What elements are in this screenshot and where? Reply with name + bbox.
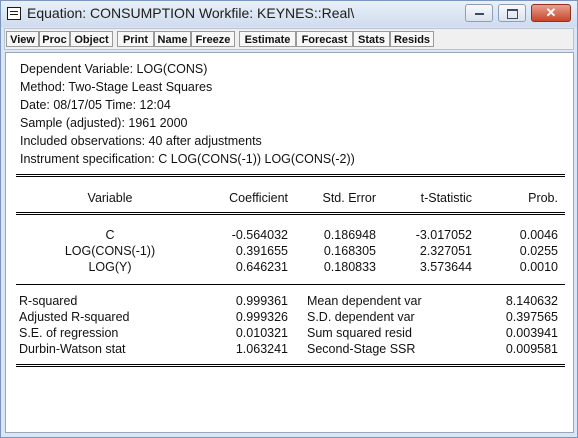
variable-name: LOG(Y) xyxy=(88,260,132,274)
stat-label: Adjusted R-squared xyxy=(19,310,130,324)
coefficient-value: 0.391655 xyxy=(235,244,288,258)
print-button[interactable]: Print xyxy=(117,31,154,47)
stat-value: 0.999361 xyxy=(235,294,288,308)
t-statistic-value: 2.327051 xyxy=(419,244,472,258)
date-line: Date: 08/17/05 Time: 12:04 xyxy=(20,98,171,112)
window-title: Equation: CONSUMPTION Workfile: KEYNES::… xyxy=(27,5,355,21)
column-header-prob: Prob. xyxy=(528,191,558,205)
close-icon: ✕ xyxy=(545,5,557,20)
stat-label: Durbin-Watson stat xyxy=(19,342,126,356)
section-rule xyxy=(16,284,565,285)
t-statistic-value: 3.573644 xyxy=(419,260,472,274)
estimate-button[interactable]: Estimate xyxy=(239,31,296,47)
proc-button[interactable]: Proc xyxy=(39,31,70,47)
instrument-line: Instrument specification: C LOG(CONS(-1)… xyxy=(20,152,355,166)
toolbar: View Proc Object Print Name Freeze Estim… xyxy=(4,28,574,50)
std-error-value: 0.186948 xyxy=(323,228,376,242)
prob-value: 0.0046 xyxy=(519,228,558,242)
column-header-std-error: Std. Error xyxy=(322,191,377,205)
window-menu-icon[interactable] xyxy=(7,7,21,20)
stat-label: S.E. of regression xyxy=(19,326,119,340)
resids-button[interactable]: Resids xyxy=(390,31,434,47)
variable-name: C xyxy=(105,228,115,242)
stat-label: Mean dependent var xyxy=(307,294,422,308)
freeze-button[interactable]: Freeze xyxy=(191,31,235,47)
close-button[interactable]: ✕ xyxy=(531,4,571,22)
stat-value: 0.999326 xyxy=(235,310,288,324)
sample-line: Sample (adjusted): 1961 2000 xyxy=(20,116,188,130)
stat-value: 1.063241 xyxy=(235,342,288,356)
minimize-button[interactable] xyxy=(465,4,493,22)
forecast-button[interactable]: Forecast xyxy=(296,31,353,47)
observations-line: Included observations: 40 after adjustme… xyxy=(20,134,262,148)
equation-window: Equation: CONSUMPTION Workfile: KEYNES::… xyxy=(0,0,578,438)
prob-value: 0.0010 xyxy=(519,260,558,274)
stat-label: R-squared xyxy=(19,294,78,308)
prob-value: 0.0255 xyxy=(519,244,558,258)
stat-value: 0.397565 xyxy=(505,310,558,324)
coefficient-value: -0.564032 xyxy=(231,228,288,242)
column-header-variable: Variable xyxy=(87,191,133,205)
output-spool[interactable]: Dependent Variable: LOG(CONS) Method: Tw… xyxy=(5,52,574,433)
table-bottom-rule xyxy=(16,364,565,367)
stat-label: Second-Stage SSR xyxy=(307,342,416,356)
header-rule xyxy=(16,212,565,215)
table-top-rule xyxy=(16,174,565,177)
maximize-button[interactable] xyxy=(498,4,526,22)
coefficient-value: 0.646231 xyxy=(235,260,288,274)
column-header-t-statistic: t-Statistic xyxy=(420,191,472,205)
dependent-variable-line: Dependent Variable: LOG(CONS) xyxy=(20,62,208,76)
std-error-value: 0.168305 xyxy=(323,244,376,258)
object-button[interactable]: Object xyxy=(70,31,113,47)
title-bar[interactable]: Equation: CONSUMPTION Workfile: KEYNES::… xyxy=(1,1,577,27)
stat-value: 0.003941 xyxy=(505,326,558,340)
variable-name: LOG(CONS(-1)) xyxy=(64,244,156,258)
stat-value: 0.009581 xyxy=(505,342,558,356)
t-statistic-value: -3.017052 xyxy=(415,228,472,242)
view-button[interactable]: View xyxy=(6,31,39,47)
std-error-value: 0.180833 xyxy=(323,260,376,274)
stat-value: 8.140632 xyxy=(505,294,558,308)
column-header-coefficient: Coefficient xyxy=(229,191,288,205)
stat-label: S.D. dependent var xyxy=(307,310,415,324)
stat-label: Sum squared resid xyxy=(307,326,412,340)
stats-button[interactable]: Stats xyxy=(353,31,390,47)
stat-value: 0.010321 xyxy=(235,326,288,340)
method-line: Method: Two-Stage Least Squares xyxy=(20,80,213,94)
name-button[interactable]: Name xyxy=(154,31,191,47)
